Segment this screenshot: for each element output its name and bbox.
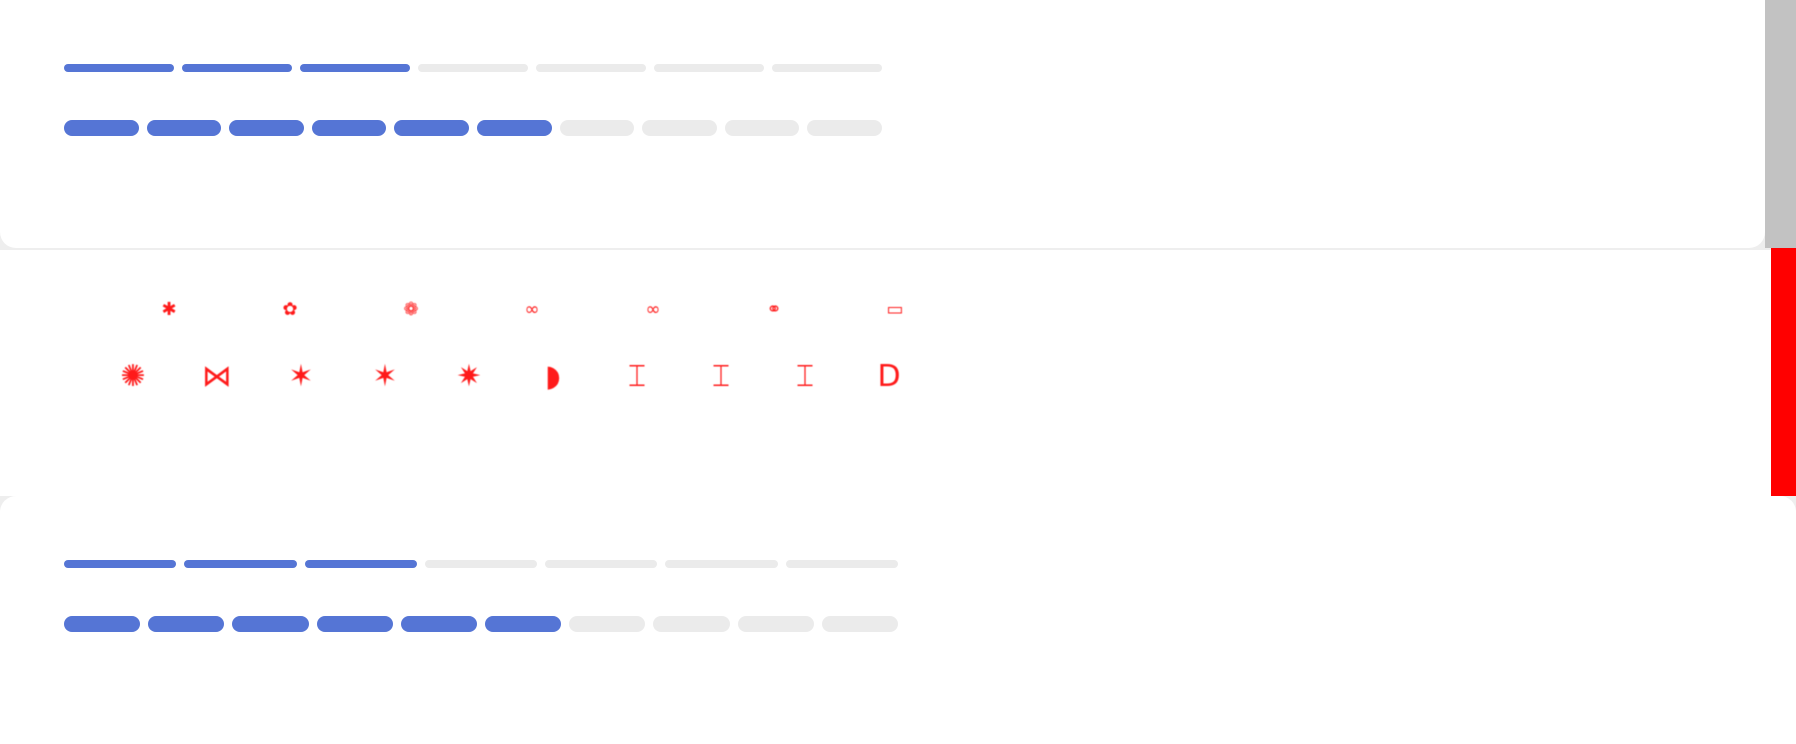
progress-segment-complete: [394, 120, 469, 136]
bowtie-filled-icon: ✷: [456, 359, 482, 394]
progress-segment-complete: [229, 120, 304, 136]
progress-segment-complete: [485, 616, 562, 632]
progress-segment-complete: [304, 560, 417, 568]
infinity-icon: ∞: [524, 299, 540, 320]
progress-segment-pending: [737, 616, 814, 632]
asterisk-icon: ✱: [161, 299, 177, 320]
rounded-rect-icon: ▭: [886, 299, 904, 320]
progress-panel-bottom: [0, 496, 1796, 744]
bowtie-filled-icon: ✶: [288, 359, 314, 394]
progress-segment-complete: [400, 616, 477, 632]
bowtie-icon: ⋈: [202, 359, 232, 394]
progress-segment-pending: [569, 616, 646, 632]
progress-segment-pending: [536, 64, 646, 72]
bracket-pair-icon: ⌶: [628, 359, 646, 394]
progress-segment-pending: [424, 560, 538, 568]
progress-segment-complete: [316, 616, 393, 632]
scrollbar-thumb[interactable]: [1771, 248, 1796, 496]
progress-segment-pending: [545, 560, 658, 568]
progress-segment-pending: [418, 64, 528, 72]
double-circle-icon: ⚭: [766, 299, 782, 320]
bowtie-filled-icon: ✶: [372, 359, 398, 394]
progress-segment-pending: [654, 64, 764, 72]
progress-segment-pending: [785, 560, 898, 568]
infinity-icon: ∞: [645, 299, 661, 320]
progress-segment-pending: [653, 616, 730, 632]
progress-segment-pending: [724, 120, 800, 136]
asterisk-icon: ✺: [120, 359, 146, 394]
progress-segment-pending: [807, 120, 882, 136]
bracket-pair-icon: ⌶: [796, 359, 814, 394]
progress-segment-pending: [665, 560, 778, 568]
glyph-panel: ✱ ✿ ❁ ∞ ∞ ⚭ ▭ ✺ ⋈ ✶ ✶ ✷ ◗ ⌶ ⌶ ⌶ D: [0, 250, 1796, 496]
d-shape-icon: D: [877, 359, 901, 394]
progress-panel-top: [0, 0, 1765, 248]
progress-segment-complete: [148, 616, 225, 632]
progress-segment-pending: [821, 616, 898, 632]
progress-segment-complete: [184, 560, 297, 568]
progress-segment-pending: [642, 120, 717, 136]
progress-segment-complete: [64, 64, 174, 72]
scrollbar-track[interactable]: [1765, 0, 1796, 248]
bracket-pair-icon: ⌶: [712, 359, 730, 394]
progress-segment-complete: [232, 616, 309, 632]
progress-segment-complete: [64, 616, 141, 632]
progress-segment-complete: [64, 120, 139, 136]
progress-segment-pending: [772, 64, 882, 72]
progress-segment-complete: [146, 120, 222, 136]
progress-segment-complete: [300, 64, 410, 72]
progress-segment-pending: [559, 120, 635, 136]
progress-segment-complete: [311, 120, 387, 136]
progress-segment-complete: [182, 64, 292, 72]
flower-icon: ✿: [282, 299, 298, 320]
progress-segment-complete: [477, 120, 552, 136]
half-flower-icon: ❁: [403, 299, 419, 320]
half-bowtie-icon: ◗: [545, 359, 561, 394]
progress-segment-complete: [64, 560, 177, 568]
